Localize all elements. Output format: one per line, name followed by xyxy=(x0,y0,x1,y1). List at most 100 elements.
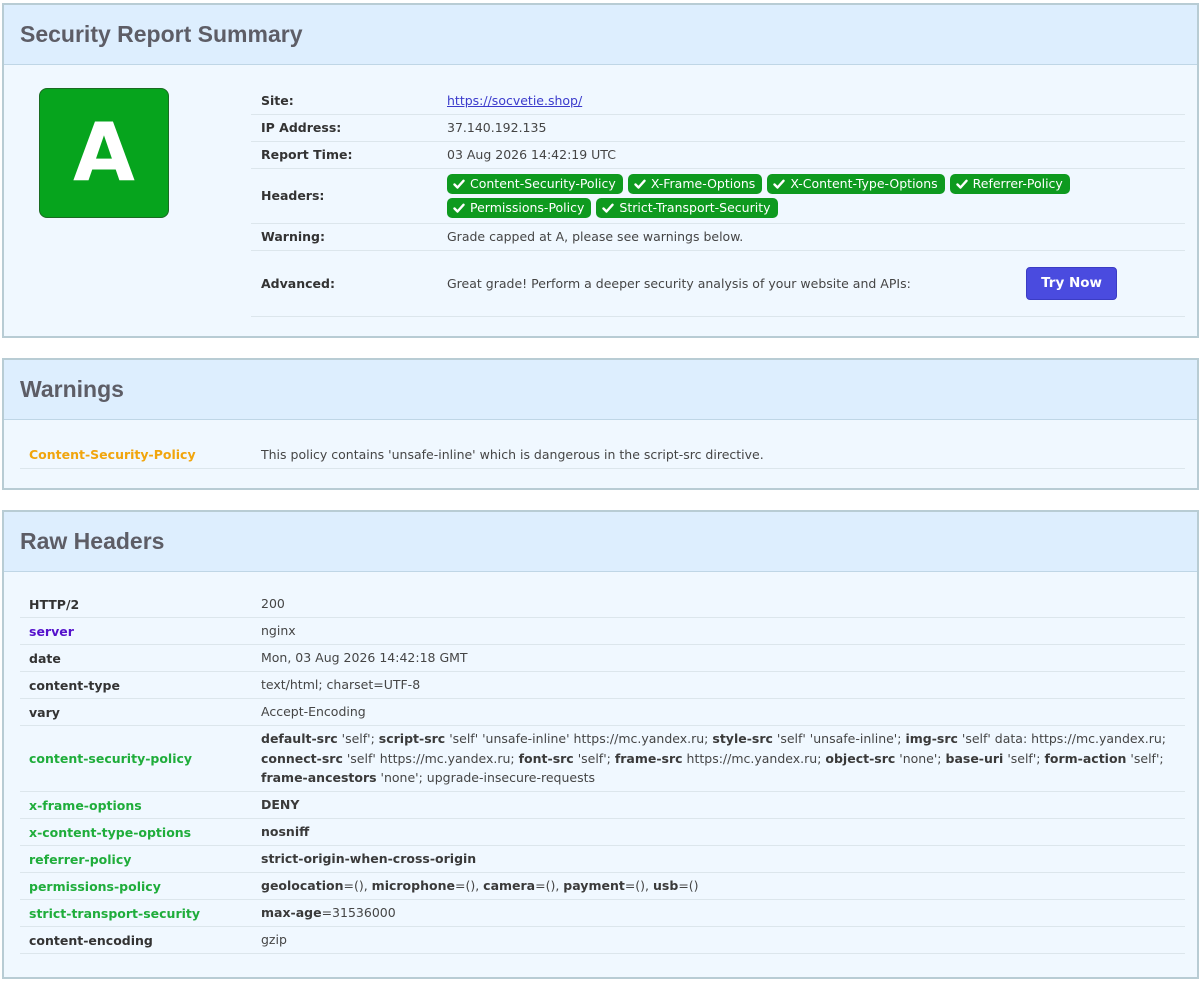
report-time-label: Report Time: xyxy=(251,141,437,169)
header-chip: Strict-Transport-Security xyxy=(596,197,778,218)
raw-value-referrer-policy: strict-origin-when-cross-origin xyxy=(252,845,1185,873)
csp-directive-value: 'none'; upgrade-insecure-requests xyxy=(376,770,595,786)
csp-directive-value: 'self' data: https://mc.yandex.ru; xyxy=(957,731,1166,747)
csp-directive-value: 'none'; xyxy=(895,750,946,766)
raw-key-permissions-policy: permissions-policy xyxy=(20,872,252,900)
hsts-directive: max-age xyxy=(261,905,322,921)
raw-value-x-content-type-options: nosniff xyxy=(252,818,1185,846)
raw-value-content-type: text/html; charset=UTF-8 xyxy=(252,671,1185,699)
csp-directive-value: 'self' https://mc.yandex.ru; xyxy=(342,750,519,766)
warning-item-text: This policy contains 'unsafe-inline' whi… xyxy=(252,441,1185,469)
permission-value: =(), xyxy=(535,878,564,894)
raw-key-csp: content-security-policy xyxy=(20,725,252,792)
summary-title: Security Report Summary xyxy=(20,21,303,47)
raw-value-csp: default-src 'self'; script-src 'self' 'u… xyxy=(252,725,1185,792)
header-chip: X-Frame-Options xyxy=(627,173,763,194)
advanced-text: Great grade! Perform a deeper security a… xyxy=(447,275,911,291)
advanced-label: Advanced: xyxy=(251,250,437,317)
csp-directive: style-src xyxy=(712,731,773,747)
warning-label: Warning: xyxy=(251,223,437,251)
table-row: date Mon, 03 Aug 2026 14:42:18 GMT xyxy=(20,644,1185,672)
raw-value-server: nginx xyxy=(252,617,1185,645)
table-row: HTTP/2 200 xyxy=(20,591,1185,618)
check-icon xyxy=(453,203,465,213)
table-row: x-frame-options DENY xyxy=(20,791,1185,819)
csp-directive-value: 'self'; xyxy=(1126,750,1164,766)
advanced-row: Advanced: Great grade! Perform a deeper … xyxy=(251,250,1185,317)
hsts-value: =31536000 xyxy=(321,905,396,921)
csp-directive: default-src xyxy=(261,731,338,747)
raw-key-http: HTTP/2 xyxy=(20,591,252,618)
header-chip-label: X-Content-Type-Options xyxy=(790,175,938,191)
header-chip-label: X-Frame-Options xyxy=(650,175,756,191)
warning-item: Content-Security-Policy This policy cont… xyxy=(20,441,1185,469)
site-label: Site: xyxy=(251,87,437,115)
check-icon xyxy=(602,203,615,213)
permission-directive: microphone xyxy=(371,878,455,894)
raw-value-content-encoding: gzip xyxy=(252,926,1185,954)
raw-key-vary: vary xyxy=(20,698,252,726)
raw-key-x-content-type-options: x-content-type-options xyxy=(20,818,252,846)
csp-directive-value: https://mc.yandex.ru; xyxy=(682,750,826,766)
csp-directive: img-src xyxy=(905,731,958,747)
warning-row: Warning: Grade capped at A, please see w… xyxy=(251,223,1185,251)
csp-directive: base-uri xyxy=(945,750,1004,766)
csp-directive: font-src xyxy=(518,750,574,766)
header-chip-label: Referrer-Policy xyxy=(972,175,1063,191)
raw-headers-table: HTTP/2 200 server nginx date Mon, 03 Aug… xyxy=(20,591,1185,954)
header-chip: X-Content-Type-Options xyxy=(767,173,945,194)
site-row: Site: https://socvetie.shop/ xyxy=(251,87,1185,115)
check-icon xyxy=(634,179,646,189)
csp-directive-value: 'self' 'unsafe-inline' https://mc.yandex… xyxy=(445,731,713,747)
table-row: permissions-policy geolocation=(), micro… xyxy=(20,872,1185,900)
permission-directive: camera xyxy=(483,878,536,894)
raw-value-x-frame-options: DENY xyxy=(252,791,1185,819)
headers-row: Headers: Content-Security-Policy X-Frame-… xyxy=(251,168,1185,224)
permission-directive: payment xyxy=(563,878,625,894)
permission-directive: usb xyxy=(653,878,679,894)
security-report-summary-panel: Security Report Summary A Site: https://… xyxy=(2,3,1199,338)
csp-directive: form-action xyxy=(1044,750,1127,766)
report-time-row: Report Time: 03 Aug 2026 14:42:19 UTC xyxy=(251,141,1185,169)
header-chip-label: Strict-Transport-Security xyxy=(619,199,771,215)
raw-key-strict-transport-security: strict-transport-security xyxy=(20,899,252,927)
summary-table: Site: https://socvetie.shop/ IP Address:… xyxy=(251,87,1185,317)
raw-headers-header: Raw Headers xyxy=(4,512,1197,572)
table-row: content-type text/html; charset=UTF-8 xyxy=(20,671,1185,699)
table-row: x-content-type-options nosniff xyxy=(20,818,1185,846)
table-row: vary Accept-Encoding xyxy=(20,698,1185,726)
warnings-panel: Warnings Content-Security-Policy This po… xyxy=(2,358,1199,490)
permission-value: =(), xyxy=(343,878,372,894)
check-icon xyxy=(955,179,968,189)
warnings-title: Warnings xyxy=(20,376,124,402)
permission-value: =(), xyxy=(454,878,484,894)
csp-directive: connect-src xyxy=(261,750,343,766)
check-icon xyxy=(453,179,465,189)
raw-headers-title: Raw Headers xyxy=(20,528,165,554)
csp-directive-value: 'self'; xyxy=(337,731,379,747)
try-now-button[interactable]: Try Now xyxy=(1026,266,1117,300)
csp-directive: frame-ancestors xyxy=(261,770,377,786)
header-chip: Permissions-Policy xyxy=(447,197,592,218)
raw-key-server: server xyxy=(20,617,252,645)
csp-directive: script-src xyxy=(378,731,446,747)
table-row: referrer-policy strict-origin-when-cross… xyxy=(20,845,1185,873)
ip-row: IP Address: 37.140.192.135 xyxy=(251,114,1185,142)
warning-value: Grade capped at A, please see warnings b… xyxy=(437,223,1185,251)
raw-key-content-encoding: content-encoding xyxy=(20,926,252,954)
warnings-header: Warnings xyxy=(4,360,1197,420)
raw-headers-panel: Raw Headers HTTP/2 200 server nginx date… xyxy=(2,510,1199,979)
ip-label: IP Address: xyxy=(251,114,437,142)
raw-value-date: Mon, 03 Aug 2026 14:42:18 GMT xyxy=(252,644,1185,672)
warning-item-name: Content-Security-Policy xyxy=(20,441,252,469)
raw-key-content-type: content-type xyxy=(20,671,252,699)
csp-directive: frame-src xyxy=(614,750,683,766)
table-row: server nginx xyxy=(20,617,1185,645)
raw-value-strict-transport-security: max-age=31536000 xyxy=(252,899,1185,927)
permission-value: =(), xyxy=(624,878,654,894)
warnings-table: Content-Security-Policy This policy cont… xyxy=(20,441,1185,469)
site-link[interactable]: https://socvetie.shop/ xyxy=(447,93,582,108)
grade-badge: A xyxy=(39,88,169,218)
table-row: content-encoding gzip xyxy=(20,926,1185,954)
raw-key-referrer-policy: referrer-policy xyxy=(20,845,252,873)
